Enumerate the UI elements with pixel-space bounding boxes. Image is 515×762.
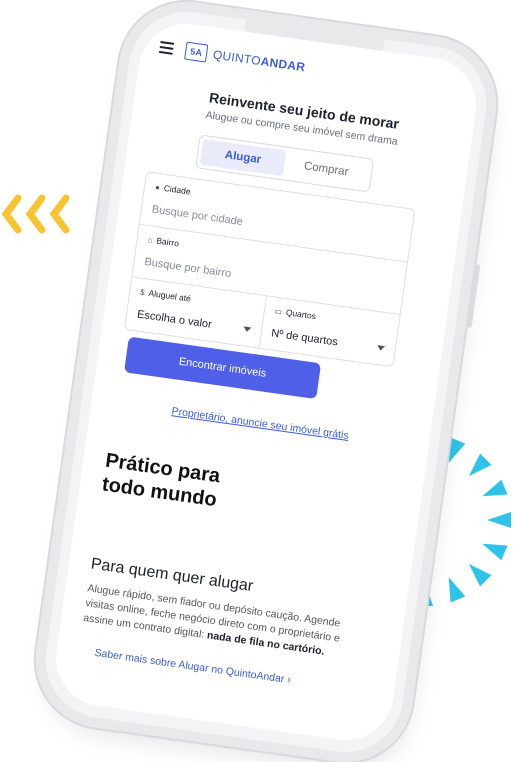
neighborhood-label: Bairro bbox=[155, 235, 180, 249]
chevron-down-icon bbox=[242, 326, 251, 333]
city-label: Cidade bbox=[163, 182, 192, 197]
burst-triangle bbox=[482, 479, 508, 497]
logo-text: QUINTOANDAR bbox=[212, 47, 307, 75]
max-rent-label: Aluguel até bbox=[148, 287, 192, 304]
burst-triangle bbox=[482, 543, 508, 561]
burst-triangle bbox=[468, 453, 492, 477]
learn-more-rent-link[interactable]: Saber mais sobre Alugar no QuintoAndar › bbox=[94, 647, 292, 686]
decorative-chevrons bbox=[1, 194, 70, 234]
tab-buy[interactable]: Comprar bbox=[283, 151, 370, 188]
phone-mockup: 5A QUINTOANDAR Reinvente seu jeito de mo… bbox=[38, 4, 494, 760]
bed-icon: ▭ bbox=[273, 306, 283, 317]
section-title: Prático para todo mundo bbox=[100, 449, 222, 512]
burst-triangle bbox=[417, 582, 433, 606]
location-pin-icon: ● bbox=[154, 182, 161, 192]
phone-side-button bbox=[466, 264, 481, 329]
menu-icon[interactable] bbox=[158, 40, 175, 55]
owner-listing-link[interactable]: Proprietário, anuncie seu imóvel grátis bbox=[91, 394, 429, 453]
burst-triangle bbox=[487, 512, 511, 528]
home-icon: ⌂ bbox=[147, 234, 154, 245]
bedrooms-label: Quartos bbox=[285, 307, 317, 322]
phone-screen: 5A QUINTOANDAR Reinvente seu jeito de mo… bbox=[49, 17, 483, 747]
burst-triangle bbox=[468, 563, 492, 587]
burst-triangle bbox=[448, 437, 466, 463]
tab-rent[interactable]: Alugar bbox=[199, 138, 287, 177]
search-form: ● Cidade Busque por cidade ⌂ Bairro Busque… bbox=[123, 171, 416, 368]
dollar-icon: $ bbox=[139, 287, 146, 297]
brand-logo[interactable]: 5A QUINTOANDAR bbox=[184, 41, 307, 77]
chevron-down-icon bbox=[376, 345, 386, 352]
bedrooms-value: Nº de quartos bbox=[270, 327, 339, 349]
max-rent-value: Escolha o valor bbox=[136, 308, 213, 331]
burst-triangle bbox=[448, 577, 466, 603]
logo-mark: 5A bbox=[184, 41, 209, 63]
